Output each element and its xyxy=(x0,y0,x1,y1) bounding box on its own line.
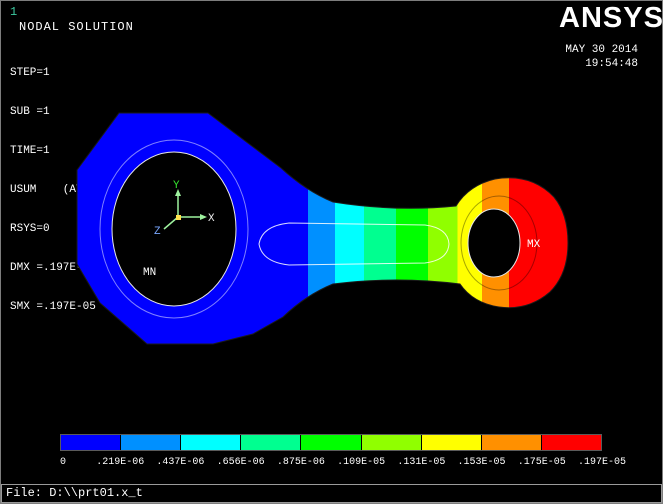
legend-segment xyxy=(541,435,601,450)
status-file-path: File: D:\\prt01.x_t xyxy=(6,486,143,500)
min-node-label: MN xyxy=(143,267,156,279)
legend-value: .131E-05 xyxy=(397,457,446,468)
legend-value: .175E-05 xyxy=(517,457,566,468)
legend-segment xyxy=(361,435,422,450)
legend-segment xyxy=(241,435,302,450)
legend-segment xyxy=(301,435,362,450)
legend-segment xyxy=(181,435,242,450)
legend-segment xyxy=(61,435,122,450)
legend-labels: 0 .219E-06 .437E-06 .656E-06 .875E-06 .109E-0… xyxy=(60,457,626,469)
legend-segment xyxy=(481,435,542,450)
legend-segment xyxy=(121,435,182,450)
legend-value: .197E-05 xyxy=(577,457,627,468)
legend-value: .219E-06 xyxy=(96,457,145,468)
big-end-bore xyxy=(111,151,237,307)
legend-value: .437E-06 xyxy=(156,457,205,468)
small-end-bore xyxy=(467,208,521,278)
legend-value: .875E-06 xyxy=(276,457,325,468)
z-axis-label: Z xyxy=(154,226,161,238)
legend-value: .109E-05 xyxy=(337,457,386,468)
legend-value: .656E-06 xyxy=(216,457,265,468)
status-bar: File: D:\\prt01.x_t xyxy=(1,484,662,503)
legend-segment xyxy=(421,435,482,450)
legend-bar xyxy=(60,434,602,451)
y-axis-label: Y xyxy=(173,180,180,192)
x-axis-label: X xyxy=(208,213,215,225)
graphics-area[interactable]: Y X Z MN MX xyxy=(1,1,663,504)
max-node-label: MX xyxy=(527,239,541,251)
legend-value: 0 xyxy=(60,457,67,468)
triad-origin xyxy=(176,215,181,220)
ansys-graphics-window: 1 NODAL SOLUTION STEP=1 SUB =1 TIME=1 US… xyxy=(0,0,663,504)
legend-value: .153E-05 xyxy=(457,457,506,468)
